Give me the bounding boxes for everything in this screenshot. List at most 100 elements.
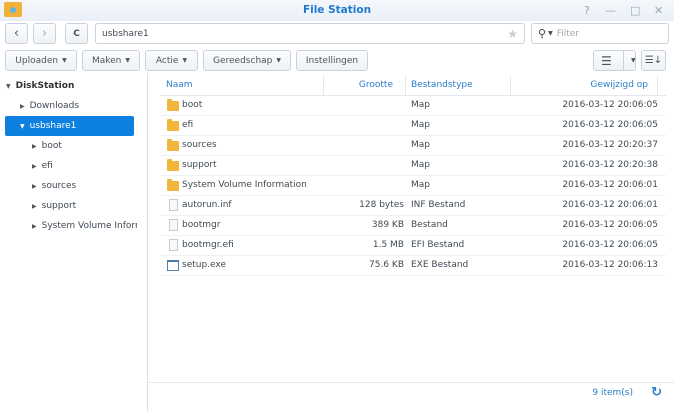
table-header: Naam Grootte Bestandstype Gewijzigd op <box>160 76 666 96</box>
close-button[interactable]: ✕ <box>654 4 663 17</box>
forward-button[interactable]: › <box>33 23 56 44</box>
help-button[interactable]: ? <box>584 4 590 17</box>
folder-icon <box>167 139 179 151</box>
column-header-type[interactable]: Bestandstype <box>411 80 473 90</box>
exe-icon <box>167 260 179 271</box>
window-title: File Station <box>302 4 372 16</box>
collapsed-triangle-icon[interactable]: ▶ <box>32 163 37 170</box>
path-field[interactable]: usbshare1 ★ <box>95 23 525 44</box>
action-button[interactable]: Actie ▼ <box>145 50 198 71</box>
search-options-caret-icon[interactable]: ▼ <box>548 30 553 37</box>
table-row[interactable]: boot Map 2016-03-12 20:06:05 <box>160 96 666 116</box>
file-modified: 2016-03-12 20:06:05 <box>562 220 658 230</box>
file-icon <box>169 219 178 231</box>
file-icon <box>169 199 178 211</box>
file-name: support <box>182 160 217 170</box>
tree-item[interactable]: ▼ usbshare1 <box>5 116 134 136</box>
file-name: bootmgr.efi <box>182 240 234 250</box>
folder-icon <box>167 159 179 171</box>
file-name: boot <box>182 100 203 110</box>
chevron-right-icon: › <box>41 26 48 41</box>
action-label: Actie <box>155 55 179 66</box>
expanded-triangle-icon: ▼ <box>6 82 11 90</box>
collapsed-triangle-icon[interactable]: ▶ <box>32 143 37 150</box>
folder-icon <box>167 99 179 111</box>
tree-item[interactable]: ▶ support <box>32 196 137 216</box>
tree-label: System Volume Information <box>41 221 137 231</box>
caret-down-icon: ▼ <box>631 57 636 64</box>
table-row[interactable]: autorun.inf 128 bytes INF Bestand 2016-03-1… <box>160 196 666 216</box>
upload-label: Uploaden <box>15 55 59 66</box>
refresh-button[interactable]: C <box>65 23 88 44</box>
filter-placeholder: Filter <box>556 28 579 39</box>
tree-item[interactable]: ▶ efi <box>32 156 137 176</box>
table-row[interactable]: efi Map 2016-03-12 20:06:05 <box>160 116 666 136</box>
table-row[interactable]: bootmgr 389 KB Bestand 2016-03-12 20:06:05 <box>160 216 666 236</box>
file-size: 1.5 MB <box>372 240 404 250</box>
file-type: Map <box>411 180 430 190</box>
refresh-icon: C <box>73 28 80 39</box>
table-row[interactable]: bootmgr.efi 1.5 MB EFI Bestand 2016-03-12 2… <box>160 236 666 256</box>
caret-down-icon: ▼ <box>182 57 188 64</box>
tree-item[interactable]: ▶ boot <box>32 136 137 156</box>
expanded-triangle-icon[interactable]: ▼ <box>20 123 25 130</box>
file-modified: 2016-03-12 20:06:13 <box>562 260 658 270</box>
file-type: Map <box>411 140 430 150</box>
caret-down-icon: ▼ <box>276 57 281 64</box>
table-row[interactable]: setup.exe 75.6 KB EXE Bestand 2016-03-12 20… <box>160 256 666 276</box>
maximize-button[interactable]: □ <box>630 4 640 17</box>
collapsed-triangle-icon[interactable]: ▶ <box>32 223 37 230</box>
minimize-button[interactable]: — <box>605 4 616 17</box>
tree-item[interactable]: ▶ Downloads <box>20 96 145 116</box>
tools-label: Gereedschap <box>213 55 273 66</box>
file-type: INF Bestand <box>411 200 466 210</box>
refresh-icon[interactable]: ↻ <box>651 385 662 400</box>
collapsed-triangle-icon[interactable]: ▶ <box>32 183 37 190</box>
sort-button[interactable]: ☰↓ <box>641 50 666 71</box>
tree-item[interactable]: ▶ sources <box>32 176 137 196</box>
tree-root-diskstation[interactable]: ▼ DiskStation <box>6 76 74 96</box>
file-modified: 2016-03-12 20:20:37 <box>562 140 658 150</box>
tree-item[interactable]: ▶ System Volume Information <box>32 216 137 236</box>
table-row[interactable]: sources Map 2016-03-12 20:20:37 <box>160 136 666 156</box>
file-name: sources <box>182 140 217 150</box>
file-type: Map <box>411 120 430 130</box>
collapsed-triangle-icon[interactable]: ▶ <box>20 103 25 110</box>
upload-button[interactable]: Uploaden ▼ <box>5 50 77 71</box>
column-header-size[interactable]: Grootte <box>359 80 393 90</box>
tree-label: Downloads <box>29 101 80 111</box>
path-text: usbshare1 <box>102 28 149 39</box>
table-row[interactable]: support Map 2016-03-12 20:20:38 <box>160 156 666 176</box>
create-label: Maken <box>91 55 122 66</box>
item-count: 9 item(s) <box>592 388 633 398</box>
tree-label: boot <box>41 141 62 151</box>
file-modified: 2016-03-12 20:06:05 <box>562 100 658 110</box>
collapsed-triangle-icon[interactable]: ▶ <box>32 203 37 210</box>
table-row[interactable]: System Volume Information Map 2016-03-12 2… <box>160 176 666 196</box>
file-size: 128 bytes <box>359 200 404 210</box>
back-button[interactable]: ‹ <box>5 23 28 44</box>
file-type: Bestand <box>411 220 448 230</box>
file-modified: 2016-03-12 20:06:01 <box>562 180 658 190</box>
status-bar: 9 item(s) ↻ <box>148 382 674 404</box>
file-modified: 2016-03-12 20:06:05 <box>562 240 658 250</box>
file-size: 389 KB <box>371 220 404 230</box>
favorite-star-icon[interactable]: ★ <box>507 27 518 41</box>
create-button[interactable]: Maken ▼ <box>82 50 140 71</box>
tools-button[interactable]: Gereedschap ▼ <box>203 50 291 71</box>
tree-label: support <box>41 201 77 211</box>
caret-down-icon: ▼ <box>125 57 131 64</box>
caret-down-icon: ▼ <box>62 57 67 64</box>
view-mode-button[interactable]: ☰ ▼ <box>593 50 636 71</box>
file-name: System Volume Information <box>182 180 307 190</box>
tree-label: sources <box>41 181 77 191</box>
column-header-modified[interactable]: Gewijzigd op <box>590 80 648 90</box>
tree-label: DiskStation <box>15 81 75 91</box>
file-size: 75.6 KB <box>369 260 404 270</box>
settings-button[interactable]: Instellingen <box>296 50 368 71</box>
column-header-name[interactable]: Naam <box>166 80 193 90</box>
filter-input[interactable]: ⚲ ▼ Filter <box>531 23 669 44</box>
file-modified: 2016-03-12 20:20:38 <box>562 160 658 170</box>
folder-icon <box>167 119 179 131</box>
file-name: autorun.inf <box>182 200 232 210</box>
